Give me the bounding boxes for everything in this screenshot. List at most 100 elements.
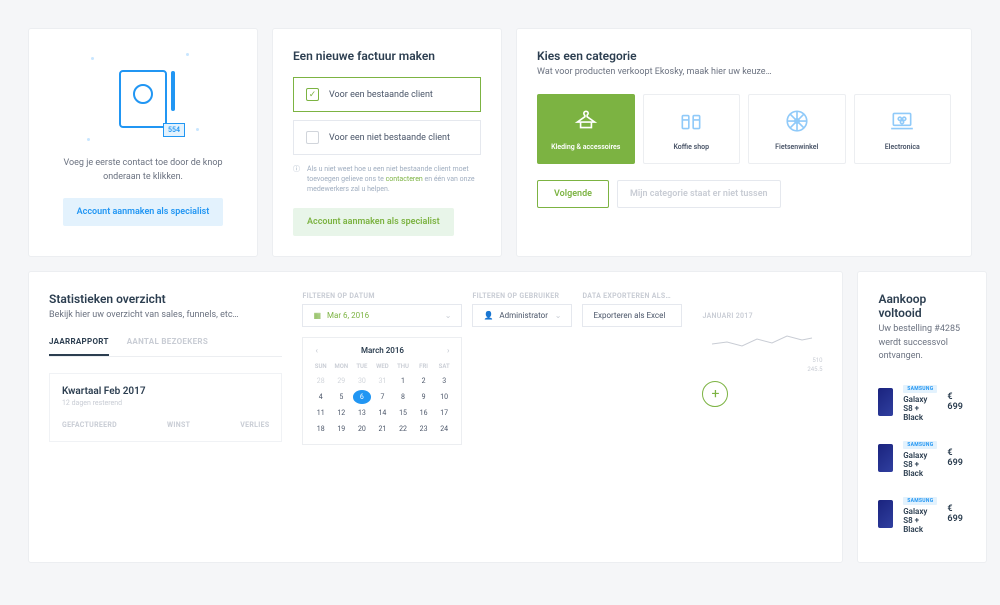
- calendar-day-header: MON: [332, 361, 351, 372]
- calendar-day[interactable]: 31: [373, 374, 392, 388]
- coffee-icon: [650, 107, 734, 135]
- calendar-day[interactable]: 12: [332, 406, 351, 420]
- calendar-day[interactable]: 3: [435, 374, 454, 388]
- option-new-client[interactable]: Voor een niet bestaande client: [293, 120, 481, 155]
- calendar-day[interactable]: 2: [414, 374, 433, 388]
- chevron-down-icon: ⌄: [445, 311, 452, 320]
- checkbox-empty-icon: [306, 131, 319, 144]
- product-tag: SAMSUNG: [903, 497, 937, 505]
- category-bikes[interactable]: Fietsenwinkel: [748, 94, 846, 164]
- calendar-day[interactable]: 15: [394, 406, 413, 420]
- category-coffee[interactable]: Koffie shop: [643, 94, 741, 164]
- add-button[interactable]: +: [702, 381, 728, 407]
- filter-user-select[interactable]: 👤 Administrator ⌄: [472, 304, 572, 327]
- spark-val-1: 510: [812, 357, 822, 364]
- skip-button[interactable]: Mijn categorie staat er niet tussen: [617, 180, 781, 208]
- calendar-day[interactable]: 28: [311, 374, 330, 388]
- product-thumb: [878, 444, 893, 472]
- category-card: Kies een categorie Wat voor producten ve…: [516, 28, 972, 257]
- next-month-button[interactable]: ›: [443, 346, 453, 355]
- quarter-sub: 12 dagen resterend: [62, 399, 269, 407]
- info-text: Als u niet weet hoe u een niet bestaande…: [293, 165, 481, 194]
- product-thumb: [878, 500, 893, 528]
- calendar-day[interactable]: 11: [311, 406, 330, 420]
- calendar-day[interactable]: 16: [414, 406, 433, 420]
- filter-user-label: FILTEREN OP GEBRUIKER: [472, 292, 572, 300]
- stats-subtitle: Bekijk hier uw overzicht van sales, funn…: [49, 309, 282, 323]
- order-complete-card: Aankoop voltooid Uw bestelling #4285 wer…: [857, 271, 987, 563]
- spark-val-2: 245.5: [807, 366, 822, 373]
- create-account-button[interactable]: Account aanmaken als specialist: [293, 208, 454, 236]
- calendar-day[interactable]: 13: [353, 406, 372, 420]
- tab-visitors[interactable]: AANTAL BEZOEKERS: [127, 337, 208, 356]
- calendar-day[interactable]: 7: [373, 390, 392, 404]
- export-label: DATA EXPORTEREN ALS…: [582, 292, 682, 300]
- calendar-day[interactable]: 1: [394, 374, 413, 388]
- product-name: Galaxy S8 + Black: [903, 507, 937, 534]
- tab-year-report[interactable]: JAARRAPPORT: [49, 337, 109, 356]
- category-electronics[interactable]: Electronica: [854, 94, 952, 164]
- calendar-day[interactable]: 17: [435, 406, 454, 420]
- calendar-icon: ▦: [313, 311, 321, 320]
- calendar-day[interactable]: 30: [353, 374, 372, 388]
- filter-date-label: FILTEREN OP DATUM: [302, 292, 462, 300]
- export-button[interactable]: Exporteren als Excel: [582, 304, 682, 327]
- count-badge: 554: [163, 123, 185, 137]
- quarter-title: Kwartaal Feb 2017: [62, 386, 269, 397]
- option-label: Voor een bestaande client: [329, 90, 433, 100]
- filter-date-select[interactable]: ▦ Mar 6, 2016 ⌄: [302, 304, 462, 327]
- calendar-day[interactable]: 9: [414, 390, 433, 404]
- calendar-day[interactable]: 20: [353, 422, 372, 436]
- order-title: Aankoop voltooid: [878, 292, 966, 320]
- laptop-icon: [861, 107, 945, 135]
- order-item: SAMSUNGGalaxy S8 + Black€ 699: [878, 430, 966, 486]
- card-subtitle: Wat voor producten verkoopt Ekosky, maak…: [537, 66, 951, 80]
- stats-card: Statistieken overzicht Bekijk hier uw ov…: [28, 271, 843, 563]
- calendar-day-header: SAT: [435, 361, 454, 372]
- sparkline-chart: [702, 324, 822, 354]
- product-tag: SAMSUNG: [903, 385, 937, 393]
- calendar-day[interactable]: 8: [394, 390, 413, 404]
- prev-month-button[interactable]: ‹: [311, 346, 321, 355]
- calendar-day[interactable]: 5: [332, 390, 351, 404]
- calendar-day[interactable]: 21: [373, 422, 392, 436]
- product-name: Galaxy S8 + Black: [903, 395, 937, 422]
- calendar-day[interactable]: 6: [353, 390, 372, 404]
- calendar-day[interactable]: 24: [435, 422, 454, 436]
- calendar-day[interactable]: 29: [332, 374, 351, 388]
- product-price: € 699: [947, 392, 966, 412]
- wheel-icon: [755, 107, 839, 135]
- check-icon: ✓: [306, 88, 319, 101]
- col-invoiced: GEFACTUREERD: [62, 421, 117, 429]
- product-price: € 699: [947, 448, 966, 468]
- calendar-day-header: TUE: [353, 361, 372, 372]
- calendar-day-header: FRI: [414, 361, 433, 372]
- product-price: € 699: [947, 504, 966, 524]
- calendar-day[interactable]: 18: [311, 422, 330, 436]
- col-loss: VERLIES: [240, 421, 269, 429]
- stats-title: Statistieken overzicht: [49, 292, 282, 306]
- calendar-day-header: WED: [373, 361, 392, 372]
- calendar-day[interactable]: 10: [435, 390, 454, 404]
- user-icon: 👤: [483, 311, 493, 320]
- calendar-day[interactable]: 22: [394, 422, 413, 436]
- calendar-day[interactable]: 14: [373, 406, 392, 420]
- new-invoice-card: Een nieuwe factuur maken ✓ Voor een best…: [272, 28, 502, 257]
- option-existing-client[interactable]: ✓ Voor een bestaande client: [293, 77, 481, 112]
- next-button[interactable]: Volgende: [537, 180, 609, 208]
- calendar-day[interactable]: 23: [414, 422, 433, 436]
- notebook-illustration: 554: [83, 49, 203, 149]
- contact-link[interactable]: contacteren: [386, 175, 423, 183]
- empty-state-text: Voeg je eerste contact toe door de knop …: [49, 157, 237, 184]
- category-clothing[interactable]: Kleding & accessoires: [537, 94, 635, 164]
- calendar-day-header: SUN: [311, 361, 330, 372]
- calendar-day[interactable]: 19: [332, 422, 351, 436]
- order-subtitle: Uw bestelling #4285 werdt successvol ont…: [878, 323, 966, 364]
- calendar-month: March 2016: [361, 346, 404, 355]
- order-item: SAMSUNG Galaxy S8 + Black € 699: [878, 486, 966, 542]
- chevron-down-icon: ⌄: [555, 311, 562, 320]
- create-account-button[interactable]: Account aanmaken als specialist: [63, 198, 224, 226]
- calendar-day[interactable]: 4: [311, 390, 330, 404]
- option-label: Voor een niet bestaande client: [329, 133, 450, 143]
- empty-state-card: 554 Voeg je eerste contact toe door de k…: [28, 28, 258, 257]
